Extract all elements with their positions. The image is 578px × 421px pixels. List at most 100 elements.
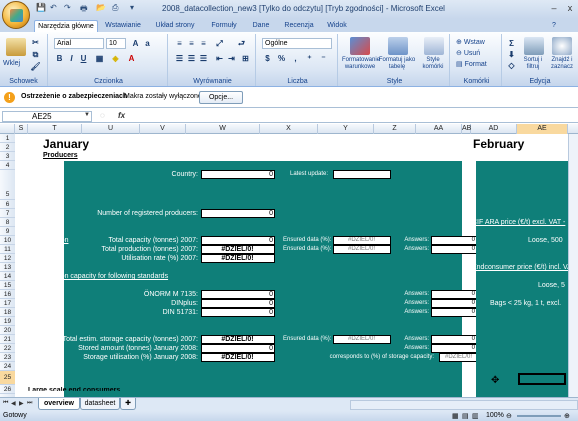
italic-icon[interactable]: I xyxy=(66,53,77,64)
cell-styles-label[interactable]: Style komórki xyxy=(416,57,450,71)
tab-insert[interactable]: Wstawianie xyxy=(100,20,146,32)
grow-font-icon[interactable]: A xyxy=(130,38,141,49)
sheet-tab-datasheet[interactable]: datasheet xyxy=(80,398,120,410)
paste-label[interactable]: Wklej xyxy=(3,60,20,67)
sheet-tab-overview[interactable]: overview xyxy=(38,398,80,410)
increase-decimal-icon[interactable]: ⁺ xyxy=(304,53,315,64)
din-51731-field[interactable]: 0 xyxy=(201,308,275,317)
cell-styles-icon[interactable] xyxy=(424,37,444,55)
tab-data[interactable]: Dane xyxy=(246,20,276,32)
redo-icon[interactable]: ↷ xyxy=(64,3,71,15)
fill-icon[interactable]: ⬇ xyxy=(506,49,517,60)
row-header[interactable]: 8 xyxy=(0,218,15,227)
format-cells-button[interactable]: ▤ Format xyxy=(456,60,487,68)
row-header[interactable]: 2 xyxy=(0,143,15,152)
tab-view[interactable]: Widok xyxy=(322,20,352,32)
total-capacity-field[interactable]: 0 xyxy=(201,236,275,245)
open-icon[interactable]: 📂 xyxy=(96,3,106,15)
column-header[interactable]: Z xyxy=(374,124,416,134)
vertical-scrollbar[interactable] xyxy=(568,134,578,397)
zoom-slider[interactable] xyxy=(517,415,561,417)
answers-field[interactable]: 0 xyxy=(431,335,477,344)
row-header[interactable]: 10 xyxy=(0,236,15,245)
column-header[interactable]: S xyxy=(15,124,28,134)
decrease-indent-icon[interactable]: ⇤ xyxy=(214,53,225,64)
clear-icon[interactable]: ◇ xyxy=(506,60,517,71)
last-sheet-icon[interactable]: ⏭ xyxy=(27,400,32,407)
font-size-combo[interactable]: 10 xyxy=(106,38,126,49)
insert-sheet-icon[interactable]: ✚ xyxy=(120,398,136,410)
bold-icon[interactable]: B xyxy=(54,53,65,64)
orientation-icon[interactable]: ⤢ xyxy=(214,38,225,49)
shrink-font-icon[interactable]: a xyxy=(142,38,153,49)
close-button[interactable]: x xyxy=(564,2,576,14)
row-header[interactable]: 3 xyxy=(0,152,15,161)
answers-field[interactable]: 0 xyxy=(431,236,477,245)
percent-icon[interactable]: % xyxy=(276,53,287,64)
format-painter-icon[interactable]: 🖌 xyxy=(30,61,41,72)
column-header[interactable]: X xyxy=(260,124,318,134)
tab-review[interactable]: Recenzja xyxy=(278,20,320,32)
undo-icon[interactable]: ↶ xyxy=(50,3,57,15)
align-top-icon[interactable]: ≡ xyxy=(174,38,185,49)
february-heading[interactable]: February xyxy=(473,137,524,151)
tab-page-layout[interactable]: Układ strony xyxy=(148,20,202,32)
row-header[interactable]: 20 xyxy=(0,326,15,335)
row-header[interactable]: 23 xyxy=(0,353,15,362)
column-header[interactable]: AD xyxy=(471,124,517,134)
cut-icon[interactable]: ✂ xyxy=(30,37,41,48)
row-header[interactable]: 12 xyxy=(0,254,15,263)
row-header[interactable]: 16 xyxy=(0,290,15,299)
merge-center-icon[interactable]: ⊞ xyxy=(240,53,251,64)
month-heading[interactable]: January xyxy=(43,137,89,151)
column-header[interactable]: AB xyxy=(462,124,471,134)
font-name-combo[interactable]: Arial xyxy=(54,38,104,49)
row-header[interactable]: 6 xyxy=(0,200,15,209)
stored-amount-field[interactable]: 0 xyxy=(201,344,275,353)
row-header[interactable]: 1 xyxy=(0,134,15,143)
row-header[interactable]: 22 xyxy=(0,344,15,353)
tab-home[interactable]: Narzędzia główne xyxy=(34,20,98,32)
increase-indent-icon[interactable]: ⇥ xyxy=(226,53,237,64)
align-bottom-icon[interactable]: ≡ xyxy=(198,38,209,49)
select-all-corner[interactable] xyxy=(0,124,15,134)
dinplus-field[interactable]: 0 xyxy=(201,299,275,308)
wrap-text-icon[interactable]: ⮐ xyxy=(236,38,247,49)
borders-icon[interactable]: ▦ xyxy=(94,53,105,64)
row-header[interactable]: 19 xyxy=(0,317,15,326)
onorm-field[interactable]: 0 xyxy=(201,290,275,299)
find-select-icon[interactable] xyxy=(552,37,572,55)
underline-icon[interactable]: U xyxy=(78,53,89,64)
paste-icon[interactable] xyxy=(6,38,26,56)
column-header[interactable]: Y xyxy=(318,124,374,134)
country-field[interactable]: 0 xyxy=(201,170,275,179)
accounting-format-icon[interactable]: $ xyxy=(262,53,273,64)
column-header[interactable]: T xyxy=(28,124,82,134)
delete-cells-button[interactable]: ⊖ Usuń xyxy=(456,49,480,57)
storage-capacity-field[interactable]: #DZIEL/0! xyxy=(201,335,275,344)
row-header[interactable]: 11 xyxy=(0,245,15,254)
tab-formulas[interactable]: Formuły xyxy=(204,20,244,32)
insert-cells-button[interactable]: ⊕ Wstaw xyxy=(456,38,485,46)
row-header[interactable]: 14 xyxy=(0,272,15,281)
answers-field[interactable]: 0 xyxy=(431,245,477,254)
align-left-icon[interactable]: ☰ xyxy=(174,53,185,64)
column-header[interactable]: W xyxy=(186,124,260,134)
row-header[interactable]: 5 xyxy=(0,170,15,200)
insert-function-icon[interactable]: fx xyxy=(118,111,125,120)
row-header[interactable]: 18 xyxy=(0,308,15,317)
row-header[interactable]: 4 xyxy=(0,161,15,170)
registered-producers-field[interactable]: 0 xyxy=(201,209,275,218)
latest-update-field[interactable] xyxy=(333,170,391,179)
zoom-out-icon[interactable]: ⊖ xyxy=(506,412,512,420)
next-sheet-icon[interactable]: ▶ xyxy=(19,400,24,407)
name-box-dropdown-icon[interactable]: ▼ xyxy=(84,112,90,118)
row-header[interactable]: 9 xyxy=(0,227,15,236)
answers-field[interactable]: 0 xyxy=(431,299,477,308)
producers-heading[interactable]: Producers xyxy=(43,152,78,159)
options-button[interactable]: Opcje... xyxy=(199,91,243,104)
corresponds-field[interactable]: #DZIEL/0! xyxy=(439,353,479,362)
answers-field[interactable]: 0 xyxy=(431,290,477,299)
ensured-data-field[interactable]: #DZIEL/0! xyxy=(333,245,391,254)
comma-style-icon[interactable]: , xyxy=(290,53,301,64)
